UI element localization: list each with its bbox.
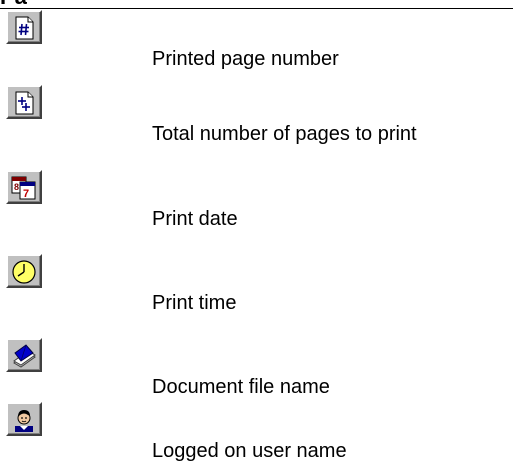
calendar-icon: 8 7 <box>11 176 36 200</box>
total-pages-button[interactable] <box>6 85 42 119</box>
page-heading-text: Pag <box>0 0 28 8</box>
list-item-print-date: 8 7 Print date <box>0 170 513 240</box>
total-pages-label: Total number of pages to print <box>152 123 417 145</box>
svg-text:7: 7 <box>23 188 29 200</box>
page-number-label: Printed page number <box>152 48 339 70</box>
user-name-label: Logged on user name <box>152 440 347 462</box>
page-number-button[interactable] <box>6 10 42 44</box>
print-date-button[interactable]: 8 7 <box>6 170 42 204</box>
user-icon <box>15 410 33 432</box>
list-item-file-name: Document file name <box>0 338 513 408</box>
print-date-label: Print date <box>152 208 238 230</box>
list-item-page-number: Printed page number <box>0 10 513 80</box>
clock-icon <box>12 260 36 284</box>
list-item-total-pages: Total number of pages to print <box>0 85 513 155</box>
book-icon <box>13 344 36 368</box>
user-name-button[interactable] <box>6 402 42 436</box>
total-pages-icon <box>15 91 34 115</box>
list-item-print-time: Print time <box>0 254 513 324</box>
print-time-label: Print time <box>152 292 237 314</box>
top-divider <box>0 8 513 9</box>
list-item-user-name: Logged on user name <box>0 402 513 472</box>
svg-text:8: 8 <box>14 182 19 192</box>
file-name-label: Document file name <box>152 376 330 398</box>
page-heading: Pag <box>0 0 28 8</box>
file-name-button[interactable] <box>6 338 42 372</box>
page-number-icon <box>15 16 34 40</box>
print-time-button[interactable] <box>6 254 42 288</box>
